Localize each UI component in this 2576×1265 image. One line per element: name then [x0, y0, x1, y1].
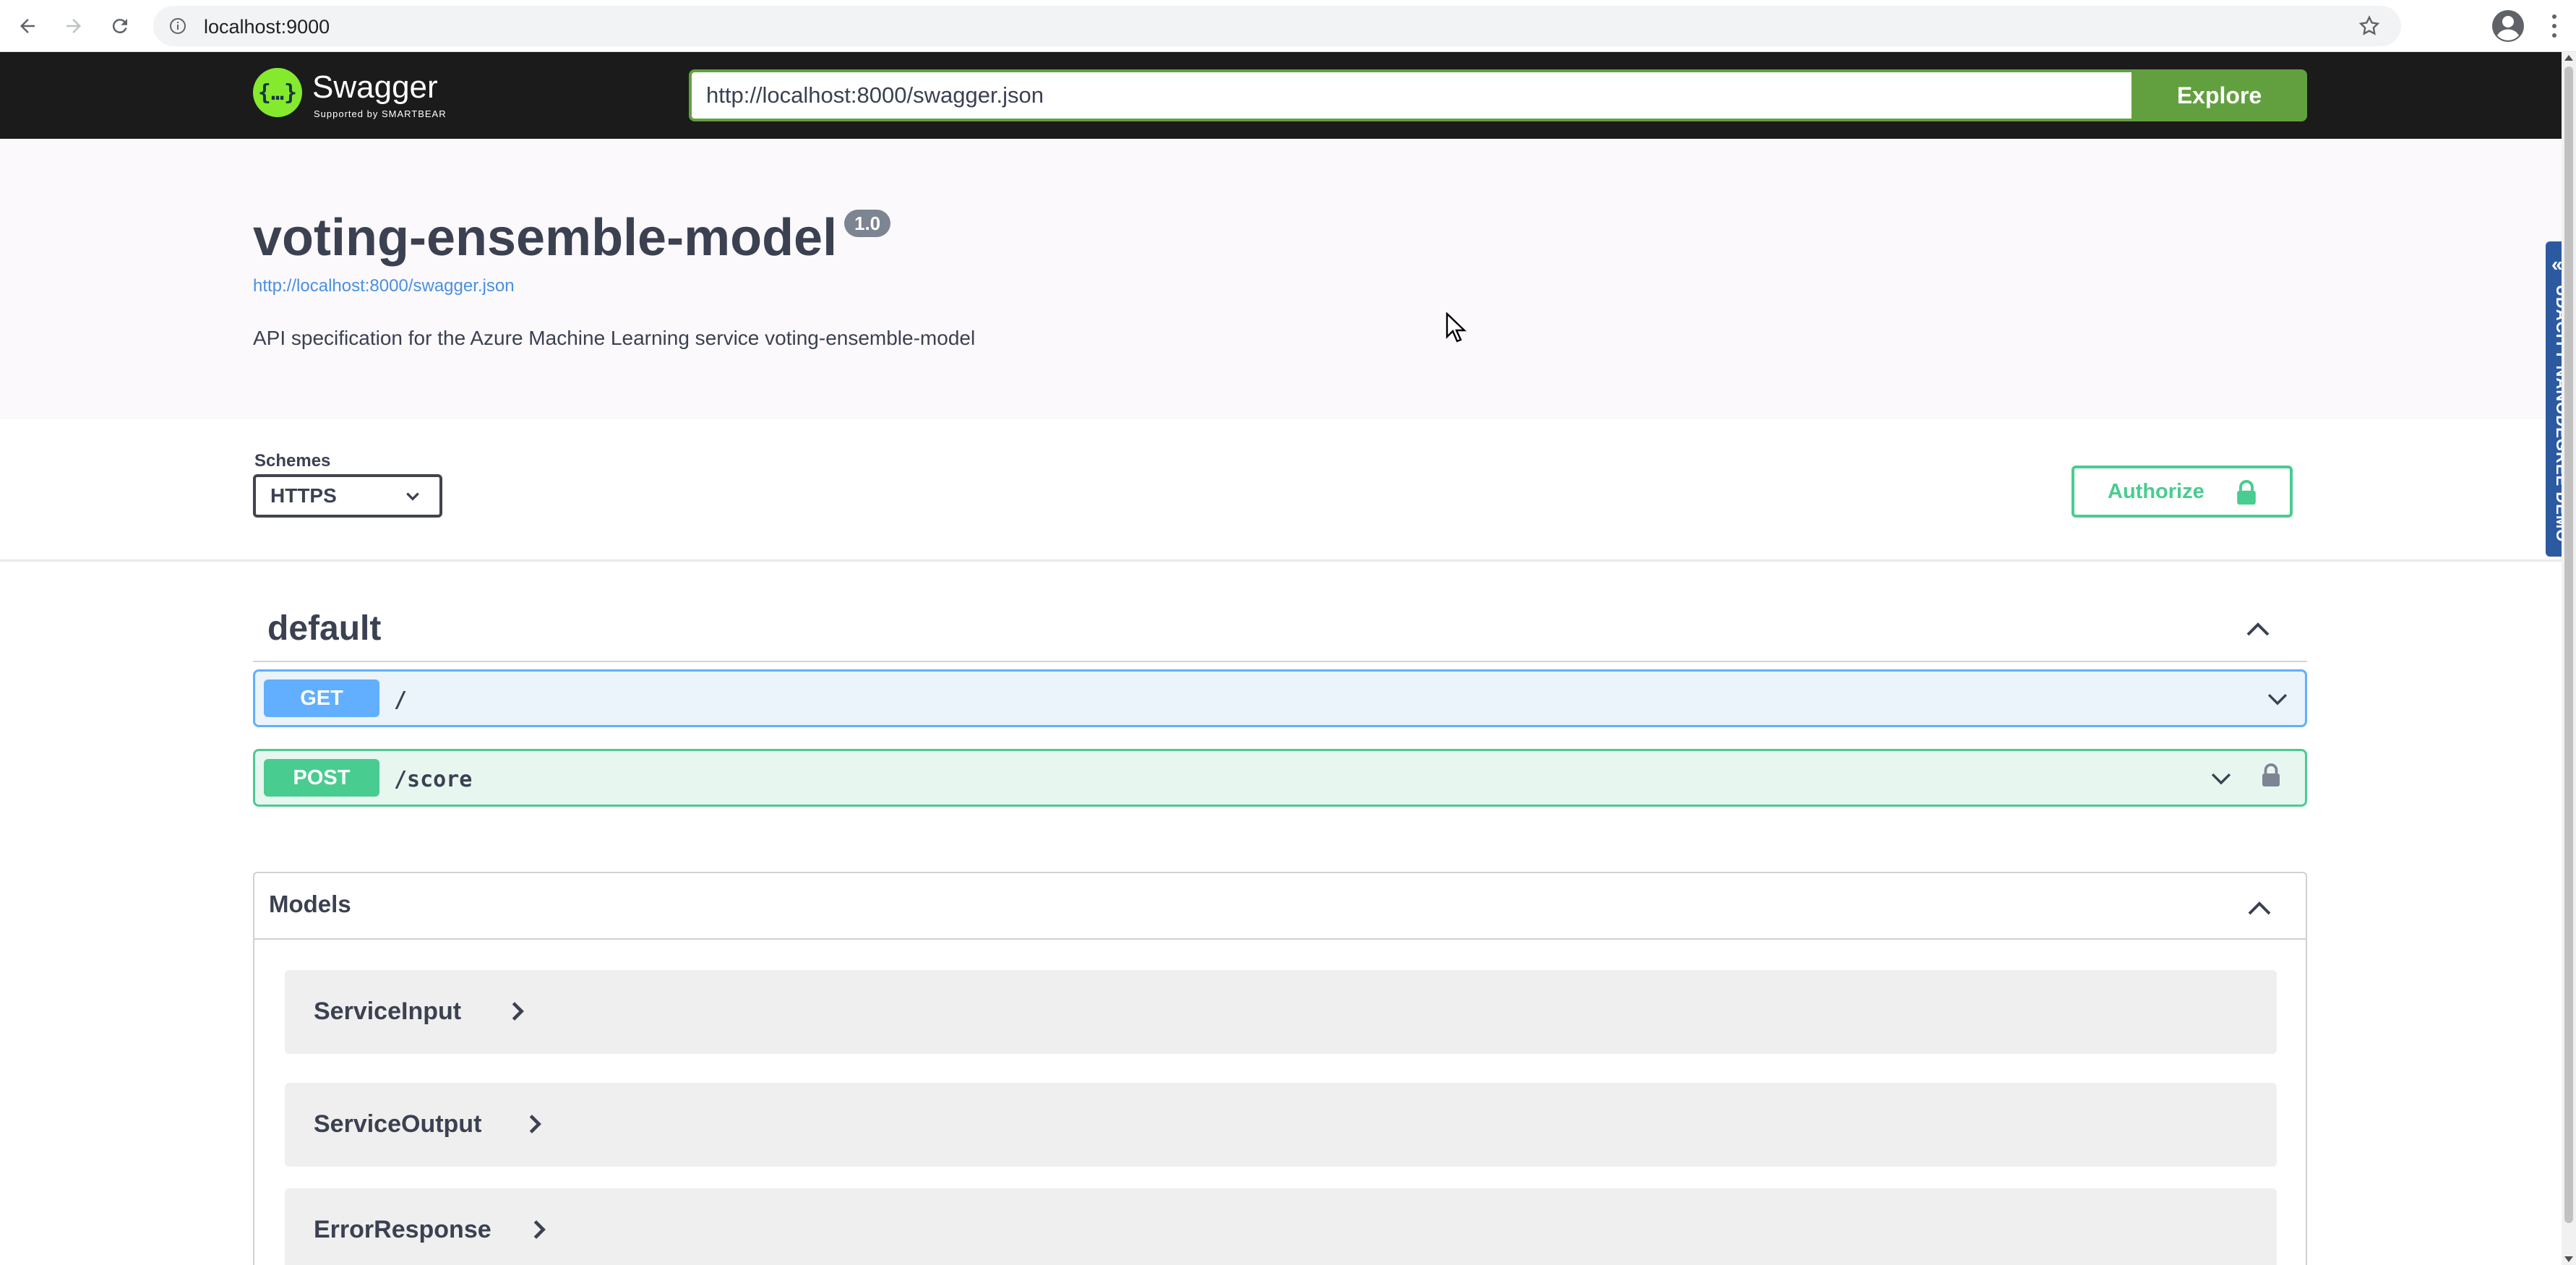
mouse-cursor-icon — [1446, 312, 1467, 346]
bookmark-star-icon[interactable] — [2358, 14, 2381, 41]
schemes-section: Schemes HTTPS Authorize — [0, 419, 2562, 561]
scrollbar-thumb[interactable] — [2564, 67, 2573, 1223]
browser-toolbar: localhost:9000 — [0, 0, 2576, 52]
version-badge: 1.0 — [844, 210, 891, 237]
lock-icon[interactable] — [2260, 761, 2282, 790]
back-button[interactable] — [12, 10, 43, 42]
opblock-get-root[interactable]: GET / — [253, 669, 2307, 727]
scroll-down-arrow-icon[interactable] — [2564, 1256, 2573, 1262]
api-info-section: voting-ensemble-model 1.0 http://localho… — [0, 139, 2562, 419]
forward-arrow-icon — [66, 19, 81, 33]
swagger-logo-icon: {…} — [253, 68, 302, 117]
model-item-errorresponse[interactable]: ErrorResponse — [285, 1188, 2277, 1265]
operation-path: / — [394, 687, 408, 713]
profile-icon[interactable] — [2491, 9, 2525, 43]
chevron-down-icon[interactable] — [2263, 687, 2292, 712]
logo-subtext: Supported by SMARTBEAR — [314, 108, 447, 119]
schemes-label: Schemes — [254, 451, 331, 471]
models-header[interactable]: Models — [254, 873, 2306, 940]
model-item-serviceinput[interactable]: ServiceInput — [285, 970, 2277, 1054]
opblock-post-score[interactable]: POST /score — [253, 749, 2307, 807]
authorize-label: Authorize — [2108, 479, 2204, 503]
scroll-up-arrow-icon[interactable] — [2564, 55, 2573, 61]
address-bar[interactable]: localhost:9000 — [153, 6, 2401, 46]
reload-icon — [112, 19, 127, 34]
chevron-down-icon — [406, 492, 419, 501]
operations-tag-default[interactable]: default — [253, 594, 2307, 662]
model-item-serviceoutput[interactable]: ServiceOutput — [285, 1083, 2277, 1167]
swagger-topbar: {…} Swagger Supported by SMARTBEAR http:… — [0, 52, 2562, 139]
back-arrow-icon — [20, 19, 35, 33]
logo-text: Swagger — [312, 69, 438, 105]
explore-button[interactable]: Explore — [2131, 69, 2307, 121]
model-name: ServiceInput — [314, 998, 462, 1025]
chevron-up-icon[interactable] — [2245, 893, 2274, 922]
page-scrollbar[interactable] — [2562, 52, 2576, 1265]
swagger-logo[interactable]: {…} Swagger Supported by SMARTBEAR — [253, 67, 470, 124]
spec-url-input[interactable]: http://localhost:8000/swagger.json — [689, 69, 2131, 121]
method-badge-post: POST — [264, 759, 379, 797]
address-url: localhost:9000 — [204, 16, 330, 38]
forward-button[interactable] — [58, 10, 90, 42]
model-name: ErrorResponse — [314, 1216, 491, 1243]
info-icon[interactable] — [166, 14, 189, 38]
api-description: API specification for the Azure Machine … — [253, 327, 976, 349]
chevron-right-icon — [512, 1002, 524, 1021]
authorize-button[interactable]: Authorize — [2071, 466, 2293, 518]
chevron-right-icon — [533, 1220, 546, 1239]
spec-link[interactable]: http://localhost:8000/swagger.json — [253, 276, 515, 296]
method-badge-get: GET — [264, 679, 379, 717]
reload-button[interactable] — [104, 10, 136, 42]
model-name: ServiceOutput — [314, 1110, 482, 1138]
chevron-right-icon — [529, 1115, 541, 1133]
chevron-up-icon[interactable] — [2244, 614, 2272, 643]
chevron-down-icon[interactable] — [2207, 767, 2236, 792]
models-section: Models ServiceInput ServiceOutput ErrorR… — [253, 872, 2307, 1265]
api-title: voting-ensemble-model — [253, 209, 838, 267]
operation-path: /score — [394, 767, 473, 792]
schemes-select[interactable]: HTTPS — [253, 474, 442, 518]
tag-name: default — [267, 609, 382, 648]
schemes-selected-value: HTTPS — [270, 484, 337, 507]
models-title: Models — [269, 891, 351, 917]
lock-icon — [2237, 480, 2256, 505]
menu-icon[interactable] — [2547, 10, 2562, 42]
